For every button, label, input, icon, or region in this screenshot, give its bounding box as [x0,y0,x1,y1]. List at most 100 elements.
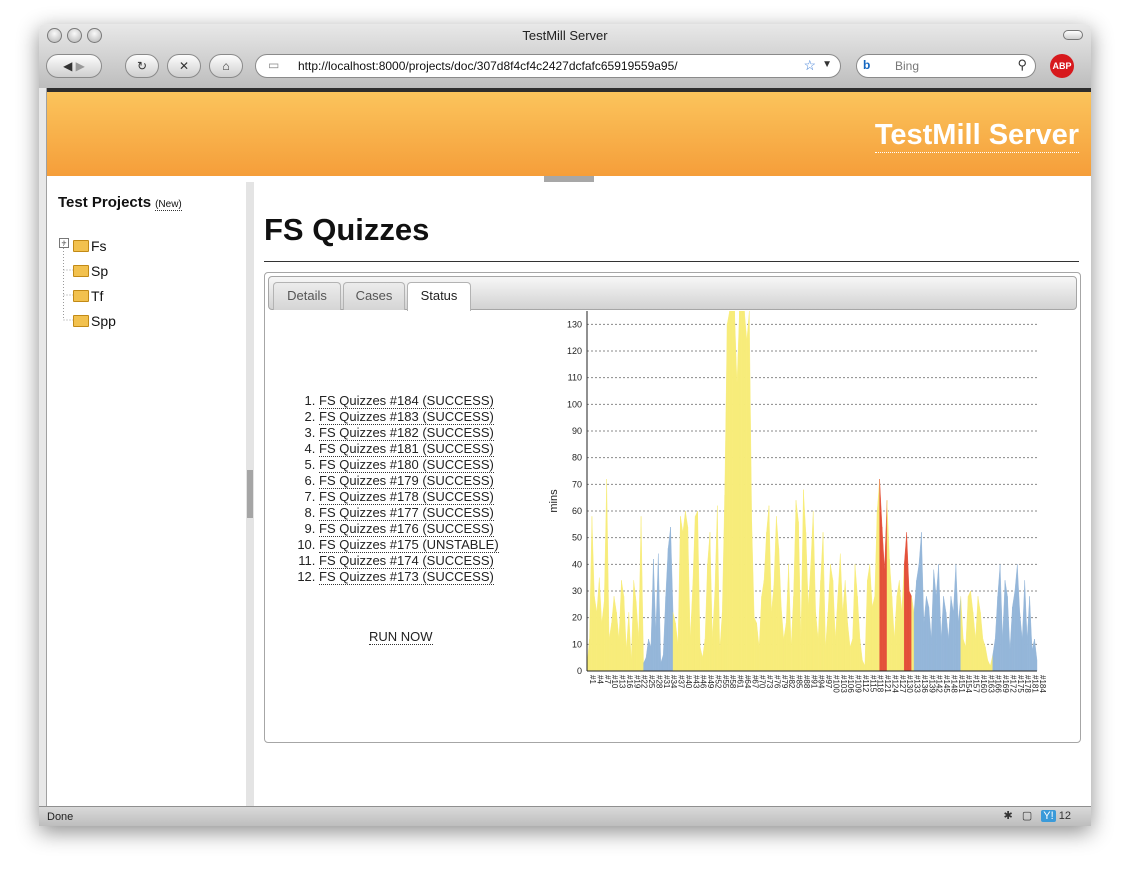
bing-engine-icon[interactable]: b [863,58,870,72]
toolbar-toggle-button[interactable] [1063,30,1083,40]
list-item: FS Quizzes #173 (SUCCESS) [319,569,499,585]
duration-area-segment [815,612,819,672]
duration-area-segment [906,532,910,672]
tab-status[interactable]: Status [407,282,471,311]
forward-icon[interactable]: ▶ [76,59,85,73]
search-box[interactable]: b Bing ⚲ [856,54,1036,78]
duration-area-segment [631,580,634,672]
duration-area-segment [734,311,738,672]
url-text[interactable]: http://localhost:8000/projects/doc/307d8… [298,59,678,73]
list-item: FS Quizzes #176 (SUCCESS) [319,521,499,537]
project-item-sp[interactable]: Sp [73,263,108,279]
build-link[interactable]: FS Quizzes #177 (SUCCESS) [319,505,494,521]
duration-area-segment [680,516,684,672]
duration-area-segment [960,596,964,672]
build-link[interactable]: FS Quizzes #183 (SUCCESS) [319,409,494,425]
duration-area-segment [589,516,593,672]
duration-area-segment [842,580,846,672]
duration-area-segment [862,660,866,672]
site-header: TestMill Server [47,88,1091,176]
reload-button[interactable]: ↻ [125,54,159,78]
duration-area-segment [795,500,799,672]
browser-window: TestMill Server ◀ ▶ ↻ ✕ ⌂ ▭ http://local… [39,24,1091,826]
duration-area-segment [1012,590,1016,672]
duration-area-segment [933,569,937,672]
back-icon[interactable]: ◀ [63,59,72,73]
duration-area-segment [859,638,863,672]
status-bar: Done ✱ ▢ Y! 12 [39,806,1091,826]
build-link[interactable]: FS Quizzes #173 (SUCCESS) [319,569,494,585]
duration-area-segment [921,532,925,672]
duration-area-segment [810,510,814,672]
build-link[interactable]: FS Quizzes #182 (SUCCESS) [319,425,494,441]
build-link[interactable]: FS Quizzes #180 (SUCCESS) [319,457,494,473]
duration-area-segment [992,638,996,672]
search-icon[interactable]: ⚲ [1017,57,1027,73]
home-button[interactable]: ⌂ [209,54,243,78]
duration-area-segment [953,564,957,672]
tab-details[interactable]: Details [273,282,341,310]
twitter-icon[interactable]: ▢ [1022,810,1032,822]
back-forward-buttons[interactable]: ◀ ▶ [46,54,102,78]
duration-area-segment [1031,638,1035,672]
home-icon: ⌂ [222,59,230,73]
search-input[interactable]: Bing [895,59,919,73]
duration-area-segment [754,617,757,672]
adblock-plus-icon[interactable]: ABP [1050,54,1074,78]
yslow-icon[interactable]: Y! [1041,810,1056,822]
reload-icon: ↻ [136,59,148,73]
duration-area-segment [913,580,917,672]
build-link[interactable]: FS Quizzes #174 (SUCCESS) [319,553,494,569]
run-now-button[interactable]: RUN NOW [369,629,433,645]
project-label: Spp [91,313,116,329]
status-icons: ✱ ▢ Y! 12 [1004,809,1071,822]
duration-area-segment [658,553,661,672]
duration-area-segment [640,516,644,672]
duration-area-segment [803,489,807,672]
tab-cases[interactable]: Cases [343,282,405,310]
firebug-icon[interactable]: ✱ [1004,810,1013,822]
duration-area-segment [594,596,598,672]
build-link[interactable]: FS Quizzes #179 (SUCCESS) [319,473,494,489]
list-item: FS Quizzes #181 (SUCCESS) [319,441,499,457]
duration-area-segment [955,564,959,672]
duration-area-segment [650,558,654,672]
duration-area-segment [643,657,647,672]
duration-area-segment [618,580,622,672]
build-link[interactable]: FS Quizzes #181 (SUCCESS) [319,441,494,457]
build-link[interactable]: FS Quizzes #176 (SUCCESS) [319,521,494,537]
build-link[interactable]: FS Quizzes #175 (UNSTABLE) [319,537,499,553]
project-item-fs[interactable]: Fs [73,238,107,254]
splitter-handle[interactable] [247,470,253,518]
project-item-tf[interactable]: Tf [73,288,103,304]
duration-area-segment [702,638,706,672]
duration-area-segment [645,638,649,672]
stop-button[interactable]: ✕ [167,54,201,78]
duration-area-segment [958,596,961,672]
duration-area-segment [635,601,639,672]
url-dropdown-icon[interactable]: ▼ [822,59,832,70]
duration-area-segment [790,596,794,672]
address-bar[interactable]: ▭ http://localhost:8000/projects/doc/307… [255,54,841,78]
duration-area-segment [591,516,595,672]
page-icon: ▭ [268,58,280,72]
duration-area-segment [840,553,843,672]
x-tick-label: #184 [1038,675,1047,693]
duration-area-segment [773,516,777,672]
duration-area-segment [867,564,870,672]
duration-area-segment [729,311,733,672]
duration-area-segment [1002,580,1006,672]
duration-area-segment [704,564,708,672]
duration-area-segment [904,532,907,672]
duration-area-segment [820,532,824,672]
new-project-link[interactable]: (New) [155,199,182,211]
build-link[interactable]: FS Quizzes #184 (SUCCESS) [319,393,494,409]
site-brand-link[interactable]: TestMill Server [874,118,1079,153]
project-item-spp[interactable]: Spp [73,313,116,329]
duration-area-segment [785,564,789,672]
build-link[interactable]: FS Quizzes #178 (SUCCESS) [319,489,494,505]
duration-area-segment [1026,596,1030,672]
left-frame-border [39,88,47,806]
duration-area-segment [1034,638,1038,672]
bookmark-star-icon[interactable]: ☆ [803,57,816,74]
